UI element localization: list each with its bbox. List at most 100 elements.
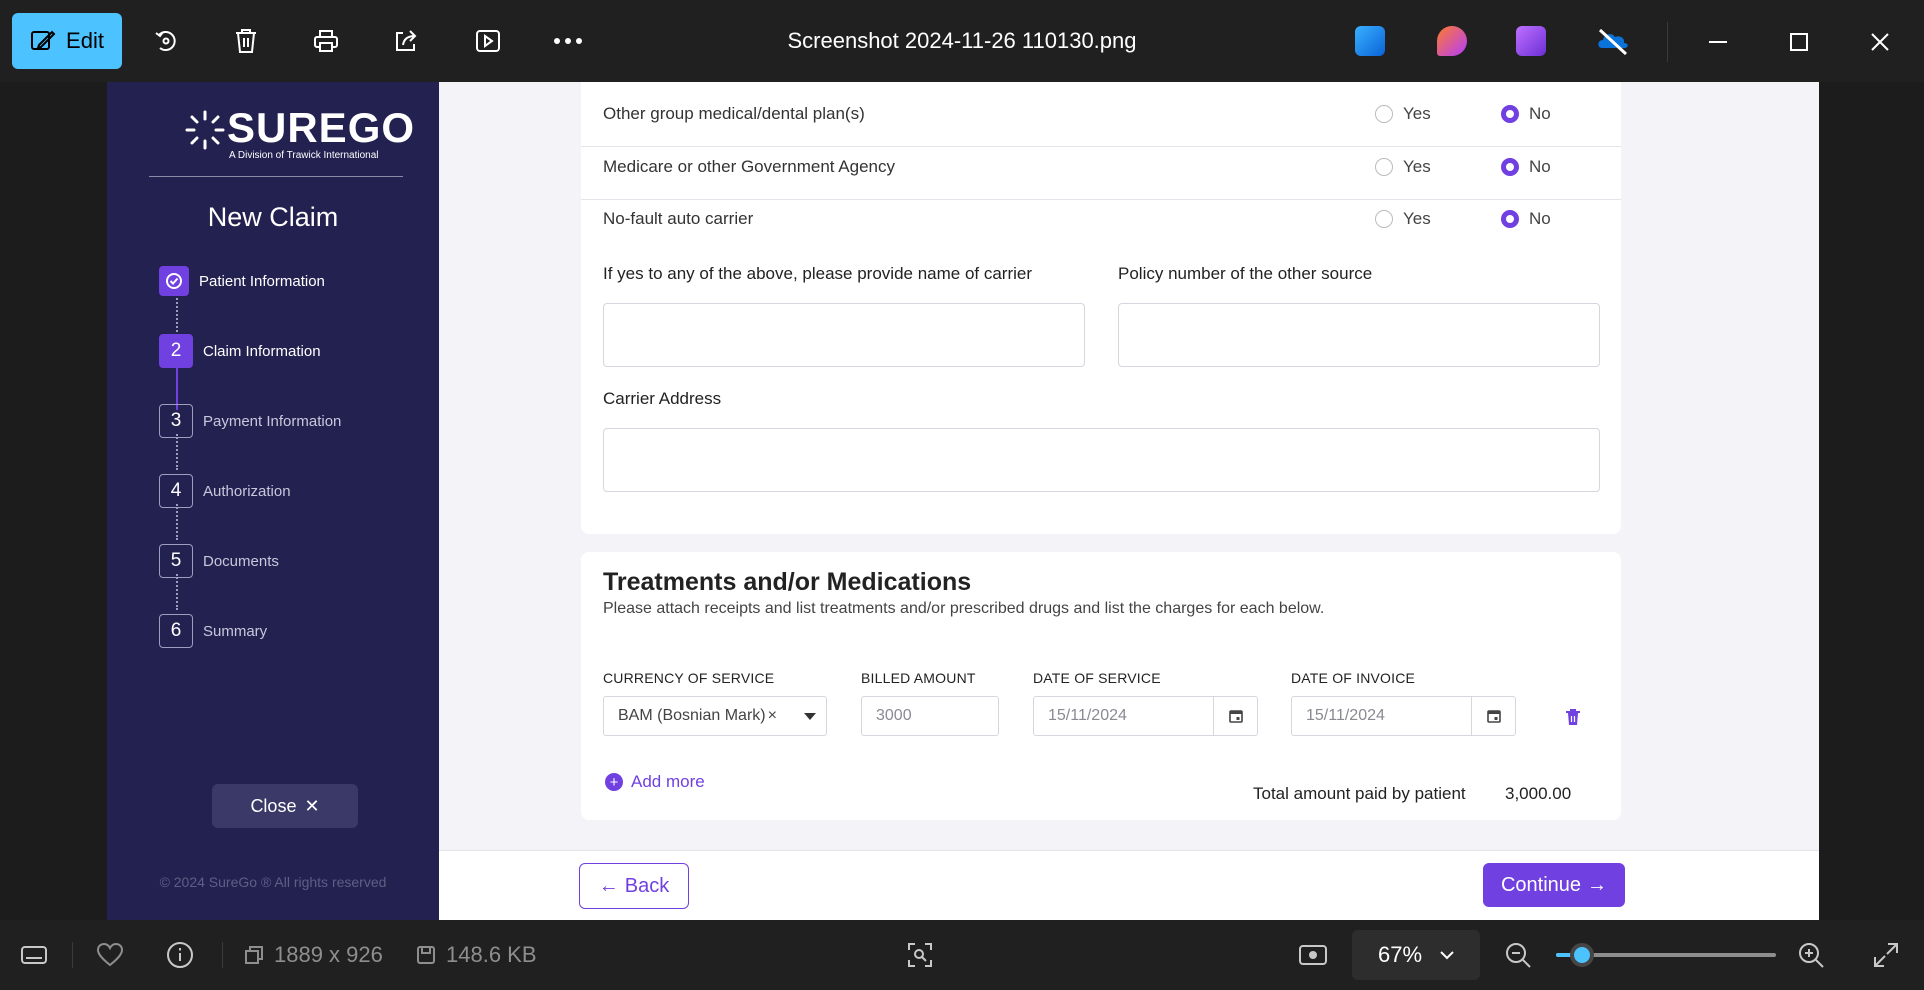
arrow-right-icon: →	[1587, 873, 1608, 896]
zoom-in-button[interactable]	[1797, 920, 1825, 990]
statusbar-divider	[222, 942, 223, 968]
back-button[interactable]: ← Back	[579, 863, 689, 909]
radio-label: No	[1529, 209, 1551, 228]
radio-yes[interactable]: Yes	[1375, 157, 1431, 177]
coverage-question-row: No-fault auto carrier Yes No	[581, 193, 1621, 245]
favorite-button[interactable]	[96, 920, 124, 990]
dimensions-icon	[245, 946, 263, 964]
visual-search-button[interactable]	[906, 920, 934, 990]
coverage-question-row: Medicare or other Government Agency Yes …	[581, 141, 1621, 193]
edit-button[interactable]: Edit	[12, 13, 122, 69]
zoom-level-dropdown[interactable]: 67%	[1352, 930, 1480, 980]
billed-amount-input[interactable]: 3000	[861, 696, 999, 736]
statusbar-divider	[72, 942, 73, 968]
service-date-input[interactable]: 15/11/2024	[1033, 696, 1258, 736]
zoom-slider[interactable]	[1556, 943, 1776, 967]
minimize-button[interactable]	[1696, 20, 1740, 64]
clipchamp-app-icon[interactable]	[1516, 26, 1546, 56]
radio-no[interactable]: No	[1501, 209, 1551, 229]
trash-icon	[236, 29, 256, 53]
carrier-name-label: If yes to any of the above, please provi…	[603, 264, 1033, 283]
step-documents[interactable]: 5 Documents	[159, 544, 279, 578]
step-label: Patient Information	[199, 272, 325, 290]
policy-number-label: Policy number of the other source	[1118, 264, 1373, 283]
dimensions-text: 1889 x 926	[274, 942, 383, 967]
step-label: Authorization	[203, 482, 291, 500]
step-number: 2	[159, 334, 193, 368]
step-connector	[176, 434, 178, 470]
viewer-toolbar: Edit Screenshot 2024-11-26 110130.png	[0, 0, 1924, 82]
step-number: 4	[159, 474, 193, 508]
slideshow-button[interactable]	[460, 13, 516, 69]
add-more-label: Add more	[631, 772, 705, 791]
other-coverage-card: Other group medical/dental plan(s) Yes N…	[581, 82, 1621, 534]
step-authorization[interactable]: 4 Authorization	[159, 474, 291, 508]
actual-size-button[interactable]	[1298, 920, 1328, 990]
radio-label: Yes	[1403, 104, 1431, 123]
filmstrip-button[interactable]	[20, 920, 48, 990]
radio-circle-selected	[1501, 105, 1519, 123]
file-size: 148.6 KB	[416, 920, 537, 990]
zoom-out-button[interactable]	[1504, 920, 1532, 990]
file-size-text: 148.6 KB	[446, 942, 537, 967]
step-payment-information[interactable]: 3 Payment Information	[159, 404, 341, 438]
edit-label: Edit	[66, 28, 104, 53]
carrier-address-input[interactable]	[603, 428, 1600, 492]
plus-circle-icon: +	[605, 773, 623, 791]
print-button[interactable]	[298, 13, 354, 69]
share-button[interactable]	[378, 13, 434, 69]
fit-view-icon	[1299, 945, 1327, 965]
chevron-down-icon	[804, 713, 816, 720]
file-info-button[interactable]	[166, 920, 194, 990]
close-x-icon: ✕	[304, 795, 320, 816]
claim-sidebar: SUREGO A Division of Trawick Internation…	[107, 82, 439, 920]
logo-subtitle: A Division of Trawick International	[229, 150, 379, 161]
close-window-button[interactable]	[1858, 20, 1902, 64]
sidebar-divider	[149, 176, 403, 177]
sunburst-logo-icon	[185, 110, 225, 150]
delete-button[interactable]	[218, 13, 274, 69]
carrier-name-input[interactable]	[603, 303, 1085, 367]
radio-yes[interactable]: Yes	[1375, 209, 1431, 229]
policy-number-input[interactable]	[1118, 303, 1600, 367]
printer-icon	[314, 30, 338, 52]
invoice-date-value: 15/11/2024	[1306, 707, 1385, 724]
trash-icon	[1566, 709, 1580, 725]
radio-label: Yes	[1403, 157, 1431, 176]
radio-no[interactable]: No	[1501, 104, 1551, 124]
expand-icon	[1874, 943, 1898, 967]
step-connector	[176, 574, 178, 610]
calendar-icon[interactable]	[1213, 697, 1257, 735]
zoom-in-icon	[1799, 943, 1824, 968]
calendar-icon[interactable]	[1471, 697, 1515, 735]
step-claim-information[interactable]: 2 Claim Information	[159, 334, 321, 368]
close-label: Close	[250, 795, 297, 816]
radio-circle	[1375, 158, 1393, 176]
more-options-button[interactable]	[540, 13, 596, 69]
designer-app-icon[interactable]	[1355, 26, 1385, 56]
copilot-app-icon[interactable]	[1437, 26, 1467, 56]
back-label: Back	[624, 874, 670, 897]
step-patient-information[interactable]: Patient Information	[159, 266, 325, 296]
radio-yes[interactable]: Yes	[1375, 104, 1431, 124]
onedrive-off-icon[interactable]	[1596, 26, 1630, 56]
clear-currency-icon[interactable]: ×	[768, 707, 777, 725]
total-label: Total amount paid by patient	[1253, 784, 1466, 803]
zoom-slider-thumb[interactable]	[1570, 943, 1595, 967]
fullscreen-button[interactable]	[1872, 920, 1900, 990]
continue-button[interactable]: Continue →	[1483, 863, 1625, 907]
rotate-button[interactable]	[138, 13, 194, 69]
maximize-button[interactable]	[1777, 20, 1821, 64]
close-claim-button[interactable]: Close ✕	[212, 784, 358, 828]
form-footer: ← Back Continue →	[439, 850, 1819, 920]
delete-row-button[interactable]	[1565, 708, 1581, 731]
carrier-address-label: Carrier Address	[603, 389, 722, 408]
edit-image-icon	[31, 30, 56, 50]
step-summary[interactable]: 6 Summary	[159, 614, 267, 648]
radio-no[interactable]: No	[1501, 157, 1551, 177]
add-more-button[interactable]: + Add more	[605, 772, 705, 792]
claim-form: Other group medical/dental plan(s) Yes N…	[439, 82, 1819, 920]
minimize-icon	[1709, 41, 1727, 43]
currency-select[interactable]: BAM (Bosnian Mark) ×	[603, 696, 827, 736]
invoice-date-input[interactable]: 15/11/2024	[1291, 696, 1516, 736]
